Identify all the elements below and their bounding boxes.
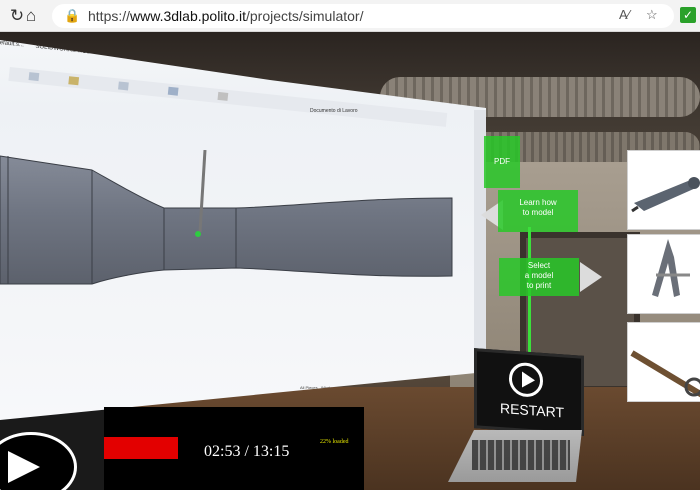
model-card-fork[interactable] xyxy=(627,234,700,314)
read-aloud-icon[interactable]: A⁄ xyxy=(619,7,630,22)
button-label: to print xyxy=(526,281,552,290)
extension-icon[interactable]: ✓ xyxy=(680,7,696,23)
lock-icon[interactable]: 🔒 xyxy=(64,8,80,24)
button-label: a model xyxy=(524,271,554,280)
progress-bar[interactable] xyxy=(104,437,178,459)
vr-scene: efault.s... SOLIDWORKS MBD SOLIDWORKS In… xyxy=(0,32,700,490)
play-icon[interactable] xyxy=(509,361,543,398)
time-display: 02:53 / 13:15 xyxy=(204,443,290,460)
browser-toolbar: ↻ ⌂ 🔒 https://www.3dlab.polito.it/projec… xyxy=(0,0,700,32)
button-label: Select xyxy=(527,261,551,270)
loaded-status: 22% loaded xyxy=(320,439,349,445)
model-card-tool[interactable] xyxy=(627,322,700,402)
model-card-lens[interactable] xyxy=(627,150,700,230)
part-model xyxy=(0,150,453,285)
play-icon xyxy=(8,451,40,483)
url-text[interactable]: https://www.3dlab.polito.it/projects/sim… xyxy=(88,8,363,24)
favorite-icon[interactable]: ☆ xyxy=(646,7,658,23)
select-model-button[interactable]: Select a model to print xyxy=(499,258,579,296)
pdf-button[interactable]: PDF xyxy=(484,136,520,188)
arrow-right-icon[interactable] xyxy=(580,262,602,292)
button-label: to model xyxy=(522,208,554,217)
restart-button[interactable]: RESTART xyxy=(487,399,577,421)
laptop-screen[interactable]: RESTART xyxy=(474,348,584,436)
home-icon[interactable]: ⌂ xyxy=(20,5,42,27)
address-bar[interactable]: 🔒 https://www.3dlab.polito.it/projects/s… xyxy=(52,4,674,28)
video-controls: 02:53 / 13:15 22% loaded xyxy=(104,407,364,490)
learn-modeling-button[interactable]: Learn how to model xyxy=(498,190,578,232)
document-title: Documento di Lavoro xyxy=(310,108,358,114)
button-label: Learn how xyxy=(519,198,557,207)
